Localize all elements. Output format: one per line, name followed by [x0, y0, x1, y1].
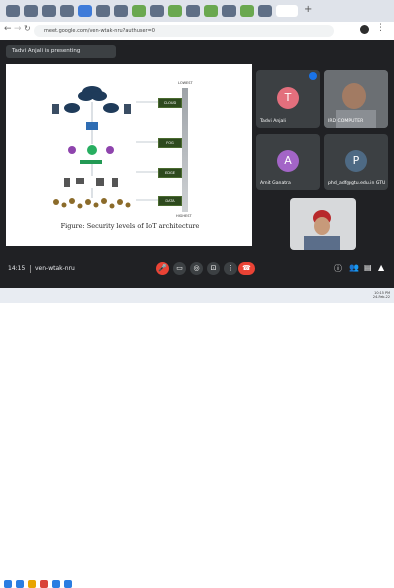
participant-name: Tadvi Anjali	[260, 119, 286, 124]
meeting-code: ven-wtak-nru	[35, 265, 75, 272]
participant-name: phd_adf@gtu.edu.in GTU	[328, 181, 386, 186]
taskbar-clock[interactable]: 10:15 PM 24-Feb-22	[373, 291, 390, 299]
browser-icon[interactable]	[16, 580, 24, 588]
info-icon[interactable]: ⓘ	[334, 263, 342, 274]
forward-icon[interactable]: →	[14, 24, 22, 34]
presentation-slide: CLOUD FOG EDGE DATA LOWEST HIGHEST Figur…	[6, 64, 252, 246]
speaking-indicator-icon	[309, 72, 317, 80]
back-icon[interactable]: ←	[4, 24, 12, 34]
tab[interactable]	[150, 5, 164, 17]
divider	[30, 265, 31, 273]
tab[interactable]	[186, 5, 200, 17]
tab[interactable]	[204, 5, 218, 17]
profile-avatar[interactable]	[360, 25, 369, 34]
leave-call-button[interactable]: ☎	[238, 262, 255, 275]
tab[interactable]	[6, 5, 20, 17]
tab[interactable]	[60, 5, 74, 17]
arrow-top-label: LOWEST	[178, 81, 193, 85]
presenter-banner: Tadvi Anjali is presenting	[6, 45, 116, 58]
tab[interactable]	[222, 5, 236, 17]
tab[interactable]	[132, 5, 146, 17]
reload-icon[interactable]: ↻	[24, 24, 31, 33]
app-icon[interactable]	[40, 580, 48, 588]
layer-cloud: CLOUD	[158, 98, 182, 108]
new-tab-icon[interactable]: +	[304, 4, 312, 15]
self-video	[290, 198, 356, 250]
clock-date: 24-Feb-22	[372, 295, 390, 299]
start-icon[interactable]	[4, 580, 12, 588]
layer-edge: EDGE	[158, 168, 182, 178]
tab[interactable]	[240, 5, 254, 17]
layer-data: DATA	[158, 196, 182, 206]
url-field[interactable]: meet.google.com/ven-wtak-nru?authuser=0	[34, 25, 334, 37]
browser-tab-strip: +	[0, 0, 394, 22]
app-icon[interactable]	[64, 580, 72, 588]
security-arrow	[182, 88, 188, 212]
participant-tile[interactable]: IRD COMPUTER	[324, 70, 388, 128]
self-view[interactable]	[290, 198, 356, 250]
folder-icon[interactable]	[28, 580, 36, 588]
mic-off-button[interactable]: 🎤	[156, 262, 169, 275]
participant-tile[interactable]: A Amit Ganatra	[256, 134, 320, 190]
captions-button[interactable]: ◎	[190, 262, 203, 275]
meeting-time: 14:15	[8, 265, 26, 272]
people-icon[interactable]: 👥	[349, 263, 359, 272]
tab[interactable]	[114, 5, 128, 17]
tab[interactable]	[258, 5, 272, 17]
participant-name: Amit Ganatra	[260, 181, 291, 186]
participant-tile[interactable]: T Tadvi Anjali	[256, 70, 320, 128]
iot-diagram	[52, 86, 158, 209]
avatar: P	[345, 150, 367, 172]
tab[interactable]	[24, 5, 38, 17]
layer-fog: FOG	[158, 138, 182, 148]
more-options-button[interactable]: ⋮	[224, 262, 237, 275]
chat-icon[interactable]: ▤	[364, 263, 372, 272]
tab[interactable]	[78, 5, 92, 17]
activities-icon[interactable]: ▲	[378, 263, 384, 272]
tab[interactable]	[168, 5, 182, 17]
app-icon[interactable]	[52, 580, 60, 588]
participant-name: IRD COMPUTER	[328, 119, 364, 124]
present-button[interactable]: ⊡	[207, 262, 220, 275]
camera-button[interactable]: ▭	[173, 262, 186, 275]
os-taskbar: 10:15 PM 24-Feb-22	[0, 288, 394, 588]
avatar: A	[277, 150, 299, 172]
figure-caption: Figure: Security levels of IoT architect…	[60, 222, 200, 230]
tab[interactable]	[96, 5, 110, 17]
tab[interactable]	[42, 5, 56, 17]
address-bar: ← → ↻ meet.google.com/ven-wtak-nru?authu…	[0, 22, 394, 41]
participant-tile[interactable]: P phd_adf@gtu.edu.in GTU	[324, 134, 388, 190]
avatar: T	[277, 87, 299, 109]
active-tab[interactable]	[276, 5, 298, 17]
arrow-bottom-label: HIGHEST	[176, 214, 192, 218]
menu-icon[interactable]: ⋮	[376, 23, 385, 33]
